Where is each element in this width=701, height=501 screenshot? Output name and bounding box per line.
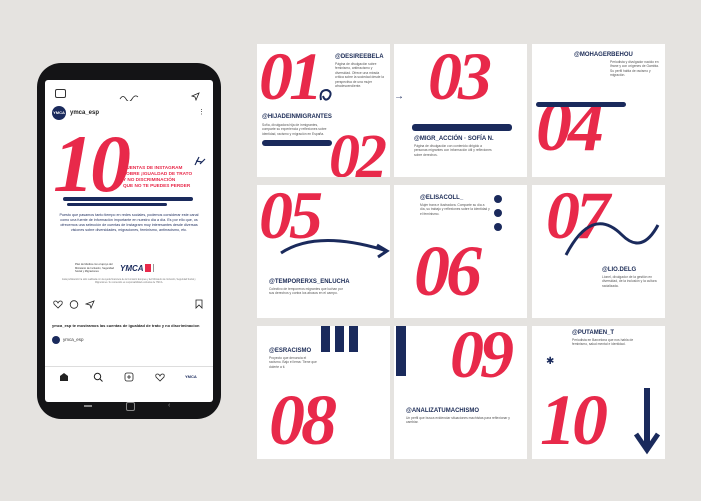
arrow-decoration: → (394, 91, 404, 102)
profile-tab[interactable]: YMCA (185, 374, 197, 379)
tile-09[interactable]: 09 @ANALIZATUMACHISMO Un perfil que busc… (394, 326, 527, 459)
tile-handle: @ELISACOLL_ (420, 195, 464, 201)
brush-stroke (536, 102, 626, 107)
star-decoration: ✱ (546, 356, 555, 367)
tile-08[interactable]: @ESRACISMO Proyecto que denuncia el raci… (257, 326, 390, 459)
brush-stroke (63, 197, 193, 201)
tile-number: 06 (414, 231, 482, 311)
bar-decoration (321, 326, 330, 352)
tile-description-secondary: Sofía, divulgadora hija de inmigrantes, … (262, 123, 327, 136)
tile-description: Mujer trans e ilustradora. Comparte su d… (420, 203, 490, 216)
brush-stroke (67, 203, 167, 206)
tile-01[interactable]: 01 @DESIREEBELA Página de divulgación so… (257, 44, 390, 177)
post-image[interactable]: 10 CUENTAS DE INSTAGRAM SOBRE ¡IGUALDAD … (45, 118, 213, 295)
camera-icon[interactable] (55, 89, 66, 98)
post-headline: CUENTAS DE INSTAGRAM SOBRE ¡IGUALDAD DE … (123, 165, 193, 188)
tile-handle: @MIGR_ACCIÓN · SOFÍA N. (414, 136, 494, 142)
profile-avatar-small[interactable] (52, 336, 60, 344)
ymca-logo: YMCA (120, 264, 144, 273)
search-icon[interactable] (93, 372, 103, 382)
post-disclaimer: Esta publicación ha sido realizada con l… (62, 279, 196, 284)
tile-description: Proyecto que denuncia el racismo. Bajo e… (269, 356, 317, 369)
tile-handle-secondary: @HIJADEINMIGRANTES (262, 114, 332, 120)
profile-handle[interactable]: ymca_esp (63, 337, 84, 342)
tile-description: Periodista y divulgador nacido en Ifrane… (610, 60, 659, 78)
brush-stroke (262, 140, 332, 146)
bookmark-icon[interactable] (195, 299, 203, 309)
tile-handle: @PUTAMEN_T (572, 330, 615, 336)
tile-handle: @DESIREEBELA (335, 54, 384, 60)
tile-03[interactable]: 03 → @MIGR_ACCIÓN · SOFÍA N. Página de d… (394, 44, 527, 177)
down-arrow-decoration (633, 388, 661, 455)
post-footer-text: Plan de Medios con el apoyo del Minister… (75, 263, 114, 273)
tile-handle: @MOHAGERBEHOU (574, 52, 633, 58)
post-body: Puesto que pasamos tanto tiempo en redes… (59, 213, 199, 232)
tile-description: Página de divulgación con contenido diri… (414, 144, 492, 157)
add-post-icon[interactable] (124, 372, 134, 382)
divider (45, 366, 213, 367)
instagram-logo (118, 88, 140, 102)
send-icon[interactable] (190, 88, 200, 102)
nav-back-button[interactable]: ‹ (168, 402, 170, 409)
activity-heart-icon[interactable] (155, 372, 165, 382)
tile-07[interactable]: 07 @LIO.DELG Lionel, divulgador de la ge… (532, 185, 665, 318)
ministry-label-block (153, 264, 174, 272)
post-caption: ymca_esp te mostramos las cuentas de igu… (52, 323, 200, 328)
brush-stroke (412, 124, 512, 131)
tile-description: Periodista en Barcelona que nos habla de… (572, 338, 634, 347)
tile-number-secondary: 02 (329, 123, 387, 177)
tile-description: Colectivo de temporeros migrantes que lu… (269, 287, 343, 296)
post-big-number: 10 (53, 118, 131, 209)
share-icon[interactable] (85, 300, 95, 309)
comment-icon[interactable] (69, 300, 79, 309)
more-options-icon[interactable]: ⋮ (198, 108, 205, 116)
tile-number: 03 (428, 44, 492, 114)
tile-number: 09 (450, 326, 514, 392)
tile-number: 04 (536, 86, 604, 166)
heart-icon[interactable] (53, 300, 63, 309)
tile-05[interactable]: 05 @TEMPORERXS_ENLUCHA Colectivo de temp… (257, 185, 390, 318)
swirl-decoration (319, 88, 332, 101)
tile-handle: @ESRACISMO (269, 348, 312, 354)
nav-recent-button[interactable] (84, 405, 92, 407)
tile-description: Lionel, divulgador de la gestión en dive… (602, 275, 657, 288)
tile-handle: @TEMPORERXS_ENLUCHA (269, 279, 350, 285)
tile-handle: @LIO.DELG (602, 267, 637, 273)
arrow-decoration (280, 239, 390, 259)
bar-decoration (335, 326, 344, 352)
tile-10[interactable]: @PUTAMEN_T Periodista en Barcelona que n… (532, 326, 665, 459)
account-name[interactable]: ymca_esp (70, 110, 99, 116)
tile-06[interactable]: @ELISACOLL_ Mujer trans e ilustradora. C… (394, 185, 527, 318)
tile-description: Un perfil que busca evidenciar situacion… (406, 416, 510, 425)
bar-decoration (396, 326, 406, 376)
tile-04[interactable]: @MOHAGERBEHOU Periodista y divulgador na… (532, 44, 665, 177)
home-icon[interactable] (59, 372, 69, 382)
bar-decoration (349, 326, 358, 352)
dot-decoration (494, 195, 502, 203)
tile-description: Página de divulgación sobre feminismo, a… (335, 62, 384, 89)
tile-number: 10 (540, 380, 608, 459)
ministry-logo (145, 264, 151, 272)
tile-number: 08 (269, 380, 337, 459)
tile-number: 01 (259, 44, 323, 114)
instagram-screen: YMCA ymca_esp ⋮ 10 CUENTAS DE INSTAGRAM … (45, 80, 213, 402)
dot-decoration (494, 209, 502, 217)
nav-home-button[interactable] (126, 402, 135, 411)
loop-decoration (564, 222, 660, 256)
tile-handle: @ANALIZATUMACHISMO (406, 408, 480, 414)
dot-decoration (494, 223, 502, 231)
